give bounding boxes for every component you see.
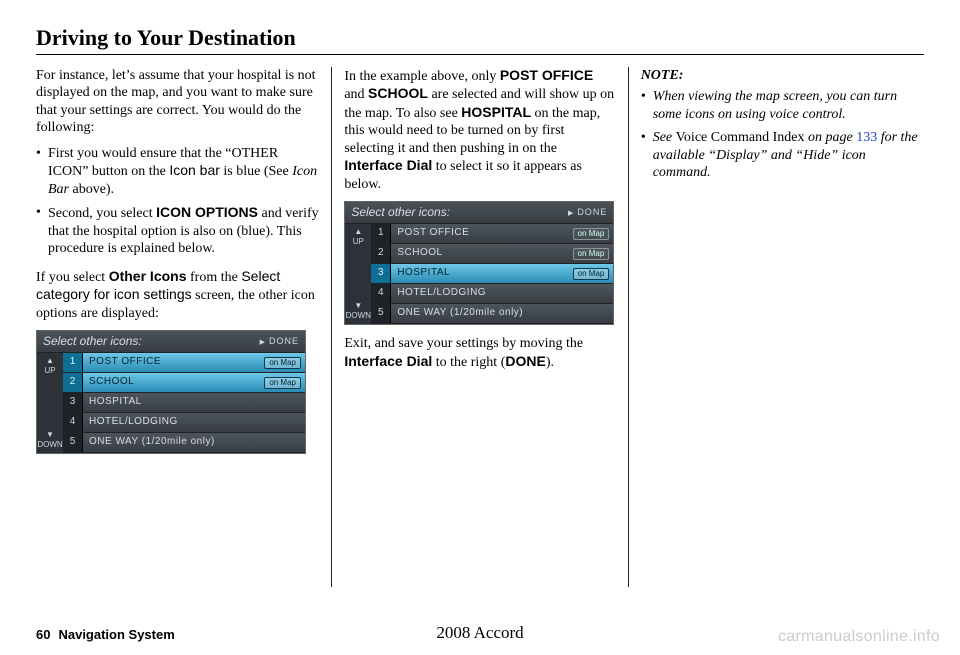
nav1-header: Select other icons: DONE [37,331,305,353]
col-3: NOTE: When viewing the map screen, you c… [629,67,924,587]
sep-2 [628,67,629,587]
nav1-done: DONE [260,336,299,348]
nav1-row-5: 5ONE WAY (1/20mile only) [63,433,305,453]
note-label: NOTE: [641,67,924,85]
nav2-side: ▲UP ▼DOWN [345,224,371,324]
po-label: POST OFFICE [500,67,593,83]
nav2-header: Select other icons: DONE [345,202,613,224]
nav2-title: Select other icons: [351,205,450,220]
done-label: DONE [505,353,545,369]
nav1-up: ▲UP [37,353,63,379]
other-icons-label: Other Icons [109,268,187,284]
nav2-list: 1POST OFFICEon Map 2SCHOOLon Map 3HOSPIT… [371,224,613,324]
nav1-row-3: 3HOSPITAL [63,393,305,413]
columns: For instance, let’s assume that your hos… [36,67,924,587]
c3-b1: When viewing the map screen, you can tur… [641,88,924,123]
nav2-row-1: 1POST OFFICEon Map [371,224,613,244]
t: on page [804,130,856,145]
nav1-title: Select other icons: [43,334,142,349]
t: Second, you select [48,206,156,221]
t: is blue (See [220,164,292,179]
nav1-row-2: 2SCHOOLon Map [63,373,305,393]
model-label: 2008 Accord [436,622,523,643]
navigation-system-label: Navigation System [58,627,174,642]
nav2-row-5: 5ONE WAY (1/20mile only) [371,304,613,324]
nav2-row-2: 2SCHOOLon Map [371,244,613,264]
nav2-down: ▼DOWN [345,298,371,324]
nav2-up: ▲UP [345,224,371,250]
school-label: SCHOOL [368,85,428,101]
c3-bullets: When viewing the map screen, you can tur… [641,88,924,182]
vci-label: Voice Command Index [676,130,805,145]
nav-screen-1: Select other icons: DONE ▲UP ▼DOWN 1POST… [36,330,306,454]
dial-label-2: Interface Dial [344,353,432,369]
page-number: 60 [36,627,50,643]
page-title: Driving to Your Destination [36,24,924,52]
t: ). [546,355,554,370]
c2-p1: In the example above, only POST OFFICE a… [344,67,615,194]
t: from the [187,270,242,285]
icon-options-label: ICON OPTIONS [156,204,258,220]
t: and [344,87,368,102]
t: See [653,130,676,145]
nav1-row-1: 1POST OFFICEon Map [63,353,305,373]
c2-p2: Exit, and save your settings by moving t… [344,335,615,371]
nav1-down: ▼DOWN [37,427,63,453]
t: In the example above, only [344,69,500,84]
watermark: carmanualsonline.info [778,627,940,647]
c1-b1: First you would ensure that the “OTHER I… [36,145,319,199]
t: Exit, and save your settings by moving t… [344,336,583,351]
c1-b2: Second, you select ICON OPTIONS and veri… [36,204,319,258]
dial-label: Interface Dial [344,157,432,173]
hr [36,54,924,55]
c1-bullets: First you would ensure that the “OTHER I… [36,145,319,258]
nav2-done: DONE [568,207,607,219]
nav-screen-2: Select other icons: DONE ▲UP ▼DOWN 1POST… [344,201,614,325]
icon-bar-label: Icon bar [169,162,220,178]
col-1: For instance, let’s assume that your hos… [36,67,331,587]
nav1-list: 1POST OFFICEon Map 2SCHOOLon Map 3HOSPIT… [63,353,305,453]
nav1-side: ▲UP ▼DOWN [37,353,63,453]
nav1-row-4: 4HOTEL/LODGING [63,413,305,433]
nav2-row-3: 3HOSPITALon Map [371,264,613,284]
c1-p2: If you select Other Icons from the Selec… [36,268,319,323]
nav2-row-4: 4HOTEL/LODGING [371,284,613,304]
t: to the right ( [432,355,505,370]
page-link-133[interactable]: 133 [856,130,877,145]
c1-intro: For instance, let’s assume that your hos… [36,67,319,137]
t: If you select [36,270,109,285]
hospital-label: HOSPITAL [461,104,531,120]
t: above). [69,182,114,197]
col-2: In the example above, only POST OFFICE a… [332,67,627,587]
c3-b2: See Voice Command Index on page 133 for … [641,129,924,182]
sep-1 [331,67,332,587]
